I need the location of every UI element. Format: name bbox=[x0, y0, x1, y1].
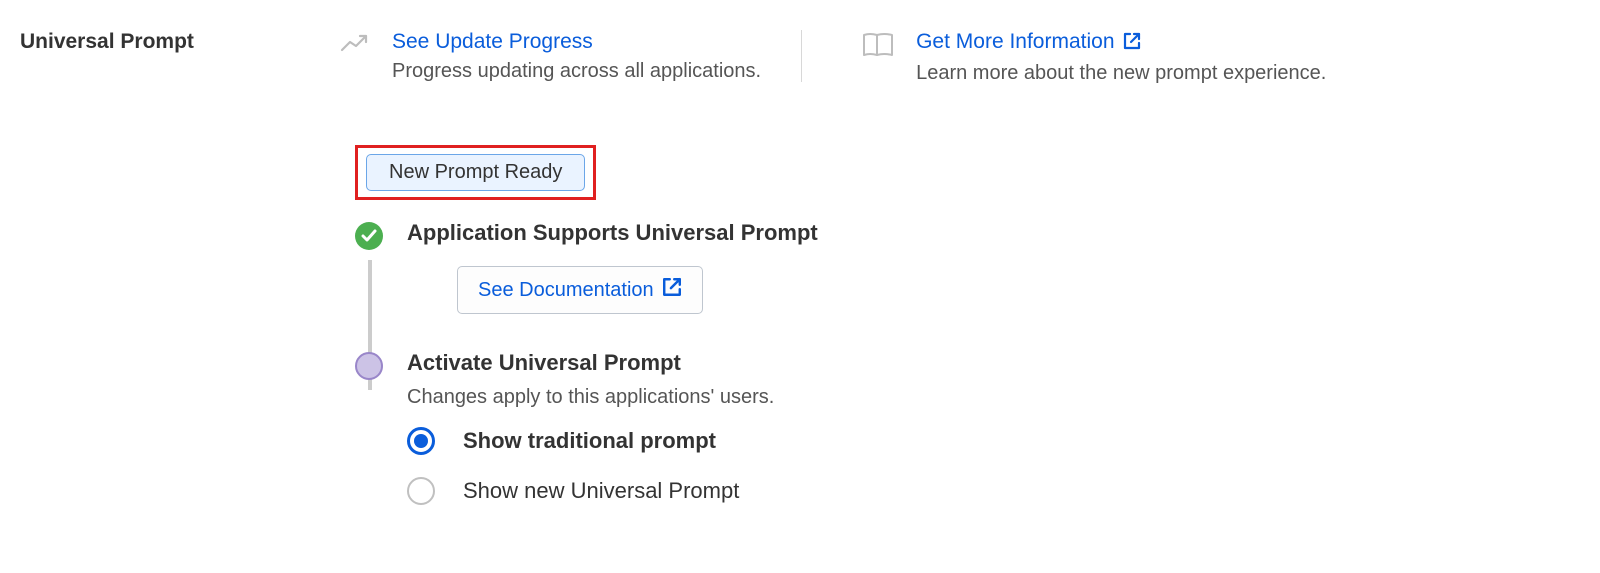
highlight-frame: New Prompt Ready bbox=[355, 145, 596, 200]
radio-selected-icon bbox=[407, 427, 435, 455]
radio-unselected-icon bbox=[407, 477, 435, 505]
check-circle-icon bbox=[355, 222, 383, 250]
external-link-icon bbox=[662, 277, 682, 303]
step-support-title: Application Supports Universal Prompt bbox=[407, 220, 1580, 246]
step-pending-icon bbox=[355, 352, 383, 380]
radio-universal-prompt[interactable]: Show new Universal Prompt bbox=[407, 477, 1580, 505]
radio-traditional-label: Show traditional prompt bbox=[463, 428, 716, 454]
radio-universal-label: Show new Universal Prompt bbox=[463, 478, 739, 504]
trend-up-icon bbox=[340, 32, 370, 59]
section-title: Universal Prompt bbox=[20, 30, 340, 54]
see-documentation-button[interactable]: See Documentation bbox=[457, 266, 703, 314]
step-activate-title: Activate Universal Prompt bbox=[407, 350, 1580, 376]
see-update-progress-link[interactable]: See Update Progress bbox=[392, 30, 593, 53]
radio-traditional-prompt[interactable]: Show traditional prompt bbox=[407, 427, 1580, 455]
get-more-info-link[interactable]: Get More Information bbox=[916, 30, 1140, 53]
book-icon bbox=[862, 32, 894, 63]
get-info-desc: Learn more about the new prompt experien… bbox=[916, 62, 1326, 85]
vertical-divider bbox=[801, 30, 802, 82]
update-progress-desc: Progress updating across all application… bbox=[392, 60, 761, 83]
new-prompt-ready-badge: New Prompt Ready bbox=[366, 154, 585, 191]
get-info-block: Get More Information Learn more about th… bbox=[862, 30, 1326, 85]
external-link-icon bbox=[1123, 32, 1141, 55]
update-progress-block: See Update Progress Progress updating ac… bbox=[340, 30, 761, 83]
step-activate-subtitle: Changes apply to this applications' user… bbox=[407, 386, 1580, 409]
